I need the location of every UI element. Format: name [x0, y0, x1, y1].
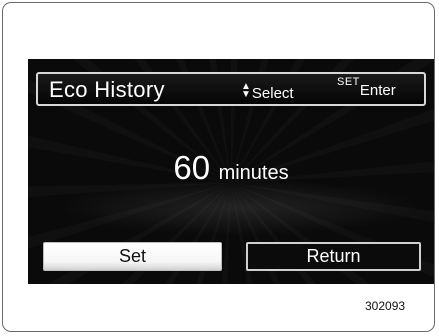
select-hint: ▲ ▼ Select: [241, 79, 294, 102]
select-hint-label: Select: [251, 85, 294, 102]
set-key-tag: SET: [337, 76, 360, 88]
interval-unit: minutes: [218, 162, 289, 184]
enter-hint-label: Enter: [359, 82, 396, 99]
up-down-arrows-icon: ▲ ▼: [241, 80, 251, 100]
screen-title: Eco History: [49, 77, 165, 102]
figure-code: 302093: [365, 299, 406, 313]
set-button[interactable]: Set: [43, 242, 222, 271]
interval-number: 60: [173, 149, 211, 186]
header-bar: Eco History ▲ ▼ Select SETEnter: [36, 72, 426, 106]
enter-hint: SETEnter: [337, 74, 396, 99]
return-button[interactable]: Return: [246, 242, 421, 271]
interval-value: 60 minutes: [28, 149, 434, 187]
figure-frame: Eco History ▲ ▼ Select SETEnter 60 minute…: [2, 2, 435, 332]
display-screen: Eco History ▲ ▼ Select SETEnter 60 minute…: [28, 59, 434, 284]
